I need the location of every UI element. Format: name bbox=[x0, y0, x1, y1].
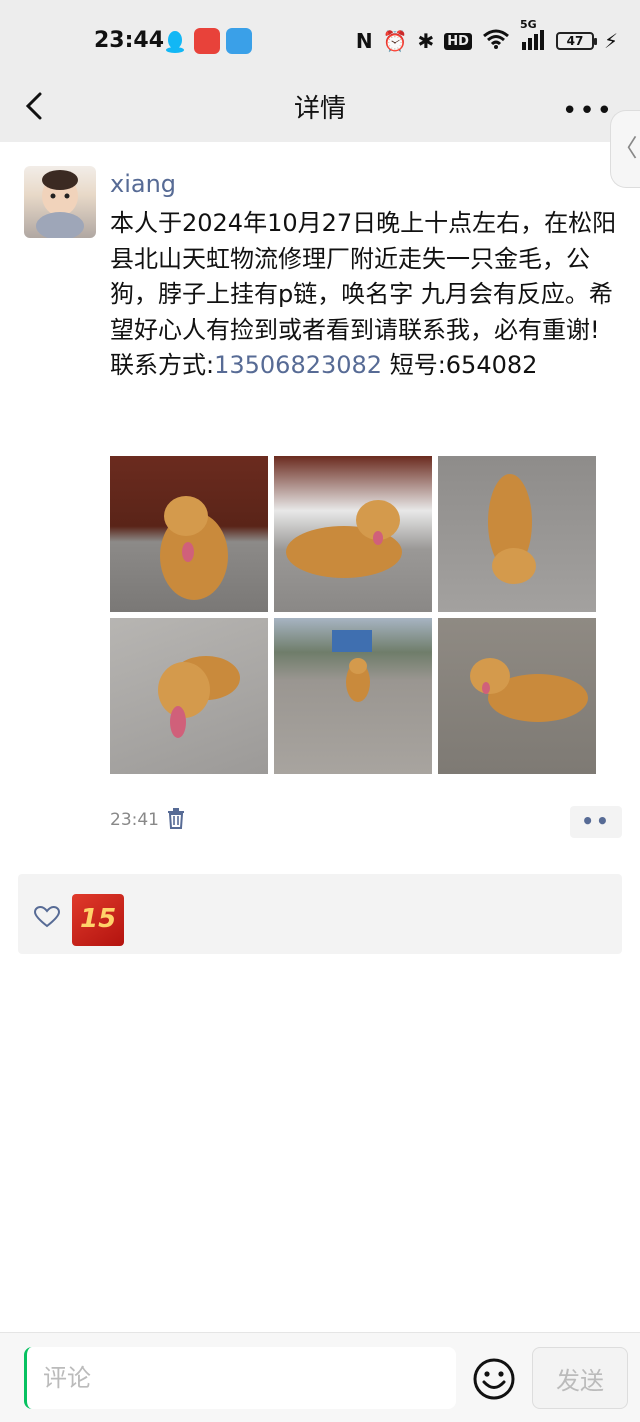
more-button[interactable]: ••• bbox=[562, 96, 614, 126]
comment-input[interactable] bbox=[24, 1347, 456, 1409]
photo-thumbnail[interactable] bbox=[110, 618, 268, 774]
phone-link[interactable]: 13506823082 bbox=[214, 351, 382, 379]
photo-grid bbox=[110, 456, 596, 774]
app-icon bbox=[194, 28, 220, 54]
app-icon bbox=[226, 28, 252, 54]
post-actions-button[interactable]: •• bbox=[570, 806, 622, 838]
post-content: 本人于2024年10月27日晚上十点左右，在松阳县北山天虹物流修理厂附近走失一只… bbox=[110, 206, 620, 384]
status-bar: 23:44 N ⏰ ✱ HD 5G 47 ⚡ bbox=[0, 0, 640, 82]
likes-panel: 15 bbox=[18, 874, 622, 954]
comment-bar: 发送 bbox=[0, 1332, 640, 1422]
status-icons: N ⏰ ✱ HD 5G 47 ⚡ bbox=[355, 18, 618, 56]
photo-thumbnail[interactable] bbox=[274, 456, 432, 612]
post-time: 23:41 bbox=[110, 810, 159, 830]
status-time: 23:44 bbox=[94, 28, 165, 53]
nav-bar: 详情 ••• bbox=[0, 82, 640, 142]
photo-thumbnail[interactable] bbox=[110, 456, 268, 612]
send-button[interactable]: 发送 bbox=[532, 1347, 628, 1409]
battery-icon: 47 bbox=[555, 32, 597, 50]
avatar[interactable] bbox=[24, 166, 96, 238]
signal-label: 5G bbox=[519, 18, 537, 31]
emoji-button[interactable] bbox=[472, 1357, 516, 1401]
signal-icon: 5G bbox=[520, 18, 546, 54]
nfc-icon: N bbox=[355, 29, 373, 53]
trash-icon bbox=[168, 808, 184, 829]
side-drawer-handle[interactable]: 〈 bbox=[610, 110, 640, 188]
charging-icon: ⚡ bbox=[603, 29, 618, 53]
post-username[interactable]: xiang bbox=[110, 170, 176, 198]
wifi-icon bbox=[482, 28, 510, 54]
alarm-icon: ⏰ bbox=[382, 29, 408, 53]
delete-button[interactable] bbox=[166, 806, 186, 830]
photo-thumbnail[interactable] bbox=[438, 456, 596, 612]
photo-thumbnail[interactable] bbox=[274, 618, 432, 774]
hd-icon: HD bbox=[444, 32, 472, 50]
page-title: 详情 bbox=[293, 94, 346, 124]
bluetooth-icon: ✱ bbox=[417, 29, 435, 53]
photo-thumbnail[interactable] bbox=[438, 618, 596, 774]
liker-avatar[interactable]: 15 bbox=[72, 894, 124, 946]
heart-icon bbox=[33, 905, 61, 928]
qq-icon bbox=[162, 28, 188, 54]
post-text-short-number: 短号:654082 bbox=[382, 351, 538, 379]
liker-badge: 15 bbox=[80, 904, 117, 934]
emoji-icon bbox=[473, 1358, 515, 1400]
